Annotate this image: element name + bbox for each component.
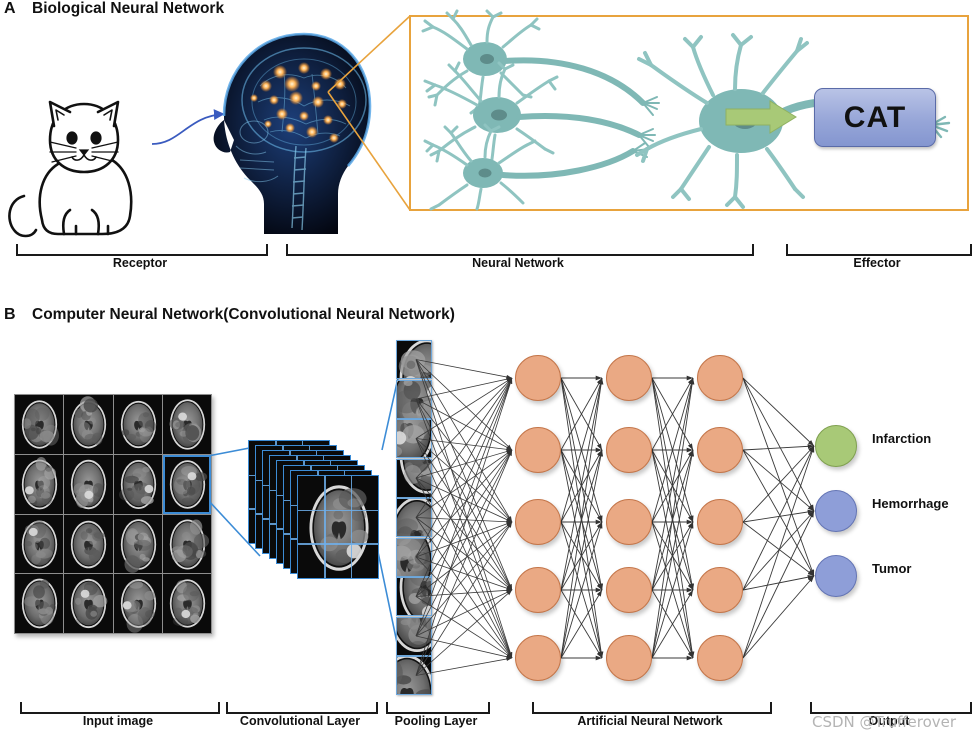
bracket-shape [386,702,490,714]
ann-output-node [815,425,857,467]
ann-hidden-node [606,635,652,681]
ann-hidden-node [515,635,561,681]
input-image-tile[interactable] [113,514,162,574]
input-image-tile[interactable] [113,395,162,454]
ann-hidden-node [515,567,561,613]
input-image-tile[interactable] [113,454,162,514]
input-image-tile[interactable] [162,574,211,633]
ann-hidden-node [515,427,561,473]
ann-hidden-node [697,499,743,545]
ann-hidden-node [606,499,652,545]
input-image-tile[interactable] [113,574,162,633]
input-image-tile[interactable] [64,395,113,454]
output-label-tumor: Tumor [872,561,912,576]
panel-a-title: Biological Neural Network [32,0,225,17]
ann-hidden-node [697,635,743,681]
bracket-label: Input image [82,714,154,728]
output-label-hemorrhage: Hemorrhage [872,496,949,511]
input-image-tile[interactable] [162,514,211,574]
effector-arrow-icon [725,100,798,134]
bracket-label: Effector [853,256,901,270]
bracket-label: Neural Network [472,256,564,270]
zoom-leader-lines [286,14,416,214]
bracket-shape [20,702,220,714]
input-image-tile[interactable] [15,514,64,574]
watermark-text: CSDN @Trufferover [812,713,957,731]
input-image-tile[interactable] [64,574,113,633]
ann-node-layer [420,340,880,681]
ann-hidden-node [697,427,743,473]
ann-output-node [815,555,857,597]
ann-output-node [815,490,857,532]
input-image-tile[interactable] [64,454,113,514]
panel-b-letter: B [4,306,16,323]
input-image-grid[interactable] [14,394,212,634]
input-image-tile[interactable] [15,395,64,454]
bracket-shape [786,244,972,256]
ann-hidden-node [697,567,743,613]
cat-output-box: CAT [814,88,936,147]
bracket-label: Artificial Neural Network [577,714,723,728]
bracket-label: Convolutional Layer [239,714,361,728]
ann-hidden-node [606,355,652,401]
bracket-label: Pooling Layer [394,714,478,728]
bracket-shape [226,702,378,714]
panel-b-title: Computer Neural Network(Convolutional Ne… [32,306,455,323]
ann-hidden-node [697,355,743,401]
input-image-tile[interactable] [162,454,211,514]
bracket-shape [16,244,268,256]
input-image-tile[interactable] [15,574,64,633]
input-image-tile[interactable] [162,395,211,454]
input-image-tile[interactable] [64,514,113,574]
input-image-tile[interactable] [15,454,64,514]
convolution-feature-map [297,475,379,579]
ann-hidden-node [515,499,561,545]
ann-hidden-node [606,567,652,613]
bracket-label: Receptor [112,256,168,270]
panel-a-letter: A [4,0,16,17]
ann-hidden-node [515,355,561,401]
bracket-shape [286,244,754,256]
cat-illustration [6,88,156,243]
bracket-shape [532,702,772,714]
output-label-infarction: Infarction [872,431,932,446]
ann-hidden-node [606,427,652,473]
